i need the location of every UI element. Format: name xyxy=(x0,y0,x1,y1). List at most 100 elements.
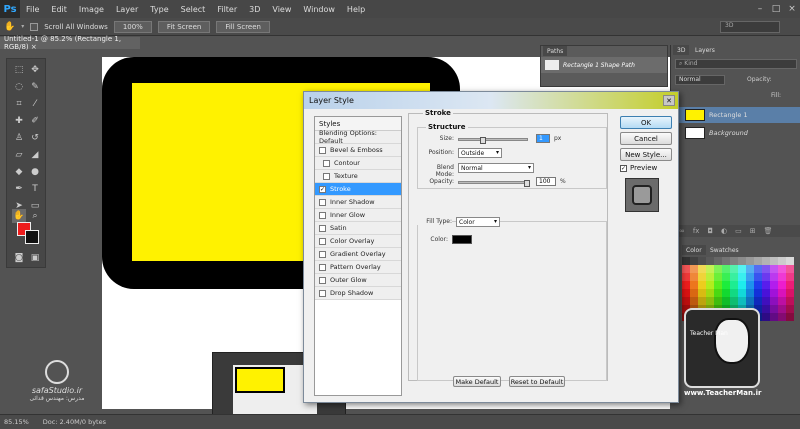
swatch-cell[interactable] xyxy=(682,281,690,289)
swatch-cell[interactable] xyxy=(706,273,714,281)
swatch-cell[interactable] xyxy=(690,273,698,281)
swatch-cell[interactable] xyxy=(730,273,738,281)
swatch-cell[interactable] xyxy=(682,289,690,297)
tab-swatches[interactable]: Swatches xyxy=(706,245,743,255)
swatch-cell[interactable] xyxy=(706,289,714,297)
paint-bucket-icon[interactable]: ◢ xyxy=(28,148,42,162)
swatch-cell[interactable] xyxy=(690,257,698,265)
quick-select-tool-icon[interactable]: ✎ xyxy=(28,80,42,94)
preview-checkbox[interactable]: ✓ xyxy=(620,164,627,172)
swatch-cell[interactable] xyxy=(754,257,762,265)
style-gradient-overlay[interactable]: Gradient Overlay xyxy=(315,248,401,261)
swatch-cell[interactable] xyxy=(754,297,762,305)
checkbox[interactable] xyxy=(323,159,330,167)
swatch-cell[interactable] xyxy=(714,297,722,305)
opacity-input[interactable]: 100 xyxy=(536,177,556,186)
swatch-cell[interactable] xyxy=(754,273,762,281)
menu-file[interactable]: File xyxy=(20,5,45,14)
menu-window[interactable]: Window xyxy=(297,5,341,14)
swatch-cell[interactable] xyxy=(730,289,738,297)
style-contour[interactable]: Contour xyxy=(315,157,401,170)
history-brush-icon[interactable]: ↺ xyxy=(28,131,42,145)
reset-default-button[interactable]: Reset to Default xyxy=(509,376,565,387)
tab-3d[interactable]: 3D xyxy=(673,45,690,55)
style-stroke[interactable]: ✓ Stroke xyxy=(315,183,401,196)
checkbox[interactable] xyxy=(319,289,326,297)
type-tool-icon[interactable]: T xyxy=(28,182,42,196)
swatch-cell[interactable] xyxy=(714,265,722,273)
swatch-cell[interactable] xyxy=(730,281,738,289)
swatch-cell[interactable] xyxy=(698,257,706,265)
swatch-cell[interactable] xyxy=(770,257,778,265)
swatch-cell[interactable] xyxy=(714,273,722,281)
checkbox[interactable] xyxy=(319,250,326,258)
swatch-cell[interactable] xyxy=(738,281,746,289)
swatch-cell[interactable] xyxy=(698,273,706,281)
healing-brush-icon[interactable]: ✚ xyxy=(12,114,26,128)
swatch-cell[interactable] xyxy=(706,265,714,273)
blend-mode-select[interactable]: Normal xyxy=(458,163,534,173)
zoom-tool-icon[interactable]: ⌕ xyxy=(28,209,42,223)
swatch-cell[interactable] xyxy=(778,305,786,313)
style-inner-glow[interactable]: Inner Glow xyxy=(315,209,401,222)
style-satin[interactable]: Satin xyxy=(315,222,401,235)
swatch-cell[interactable] xyxy=(762,297,770,305)
swatch-cell[interactable] xyxy=(730,265,738,273)
swatch-cell[interactable] xyxy=(754,289,762,297)
swatch-cell[interactable] xyxy=(778,265,786,273)
swatch-cell[interactable] xyxy=(746,289,754,297)
swatch-cell[interactable] xyxy=(762,257,770,265)
layer-blend-select[interactable]: Normal xyxy=(675,75,725,85)
swatch-cell[interactable] xyxy=(778,273,786,281)
swatch-cell[interactable] xyxy=(770,313,778,321)
swatch-cell[interactable] xyxy=(786,297,794,305)
folder-icon[interactable]: ▭ xyxy=(735,227,742,235)
lasso-tool-icon[interactable]: ◌ xyxy=(12,80,26,94)
swatch-cell[interactable] xyxy=(770,265,778,273)
swatch-cell[interactable] xyxy=(786,257,794,265)
eraser-tool-icon[interactable]: ▱ xyxy=(12,148,26,162)
checkbox[interactable] xyxy=(319,224,326,232)
swatch-cell[interactable] xyxy=(754,281,762,289)
swatch-cell[interactable] xyxy=(746,273,754,281)
minimize-icon[interactable]: – xyxy=(752,0,768,18)
swatch-cell[interactable] xyxy=(746,257,754,265)
swatch-cell[interactable] xyxy=(746,281,754,289)
preview-toggle[interactable]: ✓ Preview xyxy=(620,164,657,172)
menu-edit[interactable]: Edit xyxy=(45,5,73,14)
path-item[interactable]: Rectangle 1 Shape Path xyxy=(541,57,667,73)
swatch-cell[interactable] xyxy=(762,265,770,273)
mask-icon[interactable]: ◘ xyxy=(707,227,713,235)
swatch-cell[interactable] xyxy=(770,305,778,313)
swatch-cell[interactable] xyxy=(706,297,714,305)
swatch-cell[interactable] xyxy=(730,297,738,305)
swatch-cell[interactable] xyxy=(786,289,794,297)
swatch-cell[interactable] xyxy=(738,265,746,273)
close-icon[interactable]: × xyxy=(784,0,800,18)
swatch-cell[interactable] xyxy=(690,265,698,273)
marquee-tool-icon[interactable]: ⬚ xyxy=(12,63,26,77)
swatch-cell[interactable] xyxy=(722,265,730,273)
swatch-cell[interactable] xyxy=(786,273,794,281)
checkbox[interactable] xyxy=(323,172,330,180)
opacity-slider[interactable] xyxy=(458,181,528,184)
swatch-cell[interactable] xyxy=(778,281,786,289)
new-style-button[interactable]: New Style... xyxy=(620,148,672,161)
swatch-cell[interactable] xyxy=(682,273,690,281)
make-default-button[interactable]: Make Default xyxy=(453,376,501,387)
fx-icon[interactable]: fx xyxy=(693,227,700,235)
swatch-cell[interactable] xyxy=(722,273,730,281)
swatch-cell[interactable] xyxy=(786,265,794,273)
maximize-icon[interactable]: □ xyxy=(768,0,784,18)
document-tab[interactable]: Untitled-1 @ 85.2% (Rectangle 1, RGB/8) … xyxy=(0,35,140,51)
swatch-cell[interactable] xyxy=(770,289,778,297)
zoom-100-button[interactable]: 100% xyxy=(113,20,152,33)
swatch-cell[interactable] xyxy=(738,273,746,281)
position-select[interactable]: Outside xyxy=(458,148,502,158)
menu-type[interactable]: Type xyxy=(144,5,174,14)
swatch-cell[interactable] xyxy=(786,281,794,289)
menu-help[interactable]: Help xyxy=(341,5,371,14)
swatch-cell[interactable] xyxy=(698,281,706,289)
size-input[interactable]: 1 xyxy=(536,134,550,143)
swatch-cell[interactable] xyxy=(746,265,754,273)
